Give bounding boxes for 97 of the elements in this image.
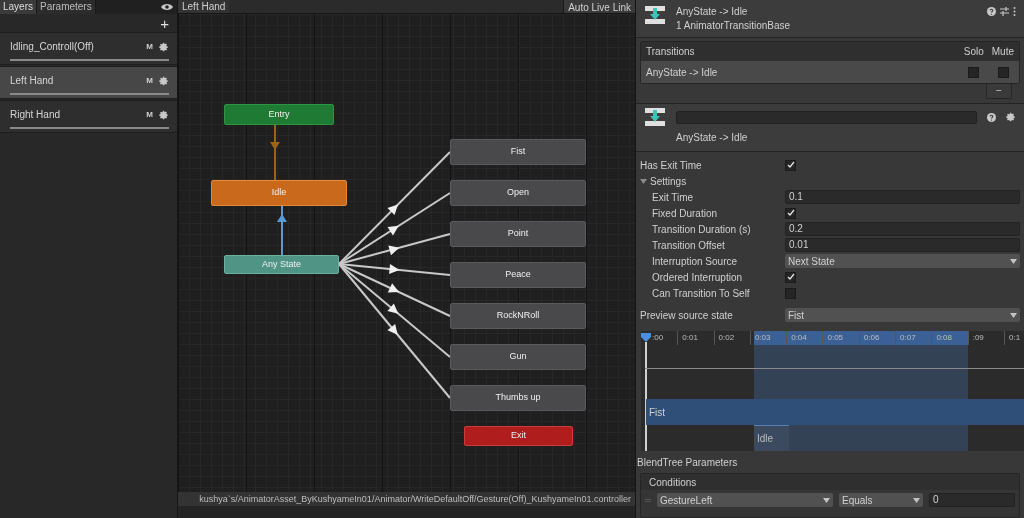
entry-transition-arrow[interactable] [270,124,280,181]
checkbox[interactable] [968,66,979,78]
property-label: Fixed Duration [652,206,719,221]
any-state-transition-arrow[interactable] [277,205,287,256]
more-icon[interactable] [1013,7,1016,16]
checkbox[interactable] [785,207,796,219]
state-node[interactable]: Gun [450,344,586,370]
layer-item[interactable]: Right Hand M [0,100,177,133]
checkbox[interactable] [997,66,1009,78]
eye-icon[interactable] [161,3,173,11]
foldout-icon[interactable] [640,177,647,185]
caret-icon [913,497,920,503]
transition-row[interactable]: AnyState -> Idle [641,61,1019,83]
state-node[interactable]: Thumbs up [450,385,586,411]
time-tick: 0:04 [786,331,823,345]
name-field[interactable] [676,110,977,124]
default-state-node[interactable]: Idle [211,180,347,206]
solo-header: Solo [963,45,985,59]
property-label: Ordered Interruption [652,270,744,285]
time-tick: :09 [967,331,1004,345]
settings-icon[interactable] [159,75,169,86]
inspector-subtitle: 1 AnimatorTransitionBase [676,19,792,33]
transition-icon [644,107,666,127]
transition-caption: AnyState -> Idle [676,131,749,145]
time-tick: 0:1 [1003,331,1024,345]
time-tick: :00 [652,332,665,344]
layer-name: Left Hand [10,74,55,88]
value-field[interactable]: 0.2 [785,222,1020,236]
transition-arrow[interactable] [338,263,451,399]
property-label: Transition Duration (s) [652,222,752,237]
help-icon[interactable] [987,7,996,16]
caret-icon [1010,258,1017,264]
blend-tree-label: BlendTree Parameters [637,456,739,469]
property-label: Has Exit Time [640,158,703,173]
value-field[interactable]: 0.1 [785,190,1020,204]
state-node[interactable]: Fist [450,139,586,165]
value-field[interactable]: 0.01 [785,238,1020,252]
exit-node[interactable]: Exit [464,426,573,446]
panel-tab[interactable]: Parameters [37,0,96,14]
time-tick: 0:02 [713,331,750,345]
sliders-icon[interactable] [1000,7,1009,16]
property-label: Preview source state [640,308,734,323]
property-label: Transition Offset [652,238,726,253]
destination-clip-bar[interactable]: Idle [754,425,789,451]
property-label: Exit Time [652,190,695,205]
checkbox[interactable] [785,287,796,299]
mask-label: M [146,40,153,53]
panel-tab[interactable]: Layers [0,0,37,14]
layer-item[interactable]: Idling_Controll(Off) M [0,32,177,65]
mode-dropdown[interactable]: Equals [839,493,923,507]
settings-icon[interactable] [1006,112,1016,122]
time-tick: 0:06 [858,331,896,345]
layer-item[interactable]: Left Hand M [0,66,177,99]
mute-header: Mute [991,45,1014,59]
state-node[interactable]: Peace [450,262,586,288]
transitions-header: Transitions [646,45,696,59]
layer-name: Idling_Controll(Off) [10,40,95,54]
checkbox[interactable] [785,271,796,283]
auto-live-link-button[interactable]: Auto Live Link [563,0,635,13]
transition-arrow[interactable] [338,151,451,265]
state-node[interactable]: RockNRoll [450,303,586,329]
transition-timeline[interactable]: :00 0:01 0:02 0:03 0:04 0:05 0:06 0:07 0:08 :09 0:1 Fist Idle [641,331,1024,451]
settings-foldout[interactable]: Settings [650,173,687,189]
transition-arrow[interactable] [338,233,451,265]
transition-icon [644,5,666,25]
state-node[interactable]: Open [450,180,586,206]
value-field[interactable]: 0 [929,493,1015,507]
property-label: Can Transition To Self [652,286,751,301]
mask-label: M [146,108,153,121]
state-node[interactable]: Point [450,221,586,247]
transition-label: AnyState -> Idle [646,65,719,80]
playhead-icon[interactable] [641,333,651,342]
asset-path: kushya`s/AnimatorAsset_ByKushyameIn01/Animator/WriteDefaultOff/Gesture(Off)_KushyameIn01.controller [178,492,635,506]
parameter-dropdown[interactable]: GestureLeft [657,493,833,507]
dropdown[interactable]: Next State [785,254,1020,268]
inspector-title: AnyState -> Idle [676,5,749,19]
time-tick: 0:07 [895,331,932,345]
settings-icon[interactable] [159,41,169,52]
settings-icon[interactable] [159,109,169,120]
entry-node[interactable]: Entry [224,104,334,125]
mask-label: M [146,74,153,87]
time-tick: 0:01 [677,331,714,345]
time-tick: 0:08 [931,331,968,345]
dropdown[interactable]: Fist [785,308,1020,322]
add-layer-button[interactable]: + [160,15,169,31]
layer-name: Right Hand [10,108,62,122]
time-tick: 0:05 [822,331,859,345]
remove-button[interactable]: − [986,84,1012,99]
conditions-header: Conditions [649,475,697,490]
time-tick: 0:03 [749,331,787,345]
checkbox[interactable] [785,159,796,171]
breadcrumb[interactable]: Left Hand [178,0,230,13]
help-icon[interactable] [987,112,996,122]
property-label: Interruption Source [652,254,739,269]
caret-icon [1010,312,1017,318]
transition-arrow[interactable] [338,192,451,265]
caret-icon [823,497,830,503]
